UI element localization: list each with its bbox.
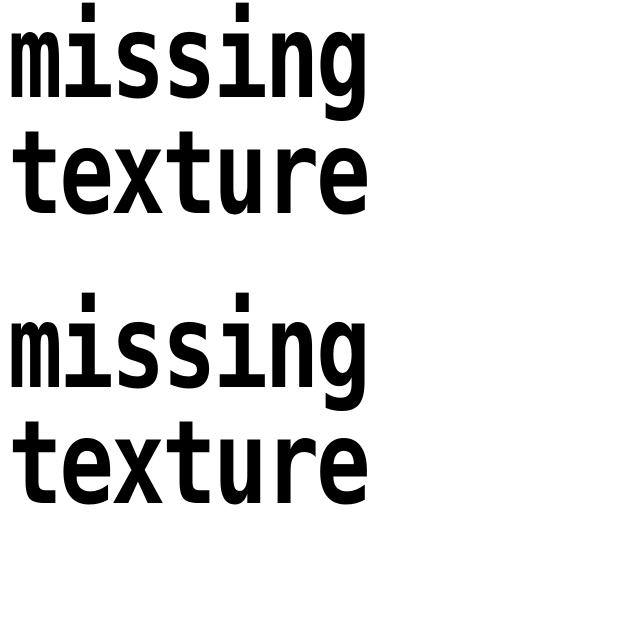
label-word-missing: missing xyxy=(8,0,371,125)
missing-texture-label-bottom: missing texture xyxy=(8,280,448,531)
label-word-texture: texture xyxy=(8,106,371,241)
missing-texture-label-top: missing texture xyxy=(8,0,448,241)
missing-texture-canvas: { "blocks": [ { "line1": "missing", "lin… xyxy=(0,0,640,640)
label-word-missing: missing xyxy=(8,280,371,415)
label-word-texture: texture xyxy=(8,396,371,531)
